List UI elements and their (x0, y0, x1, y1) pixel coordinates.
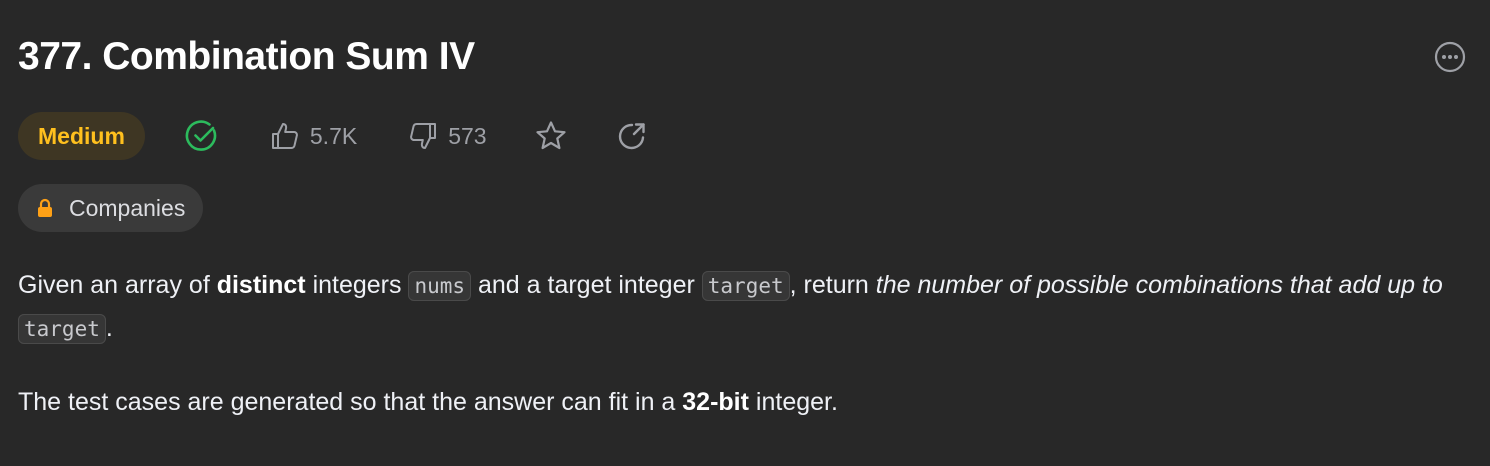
companies-tag[interactable]: Companies (18, 184, 204, 232)
share-button[interactable] (616, 120, 648, 152)
lock-icon (38, 198, 52, 217)
description-paragraph-2: The test cases are generated so that the… (18, 381, 838, 423)
more-horizontal-circle-icon (1434, 41, 1466, 73)
text-span: . (105, 314, 113, 342)
description-paragraph-1: Given an array of distinct integers nums… (18, 264, 1458, 350)
problem-description-panel: 377. Combination Sum IV Medium 5.7K 573 … (0, 0, 1490, 466)
check-circle-icon (185, 120, 217, 151)
bold-text: distinct (216, 271, 306, 299)
difficulty-badge: Medium (18, 112, 145, 160)
bold-text: 32-bit (682, 388, 749, 416)
solved-status (185, 119, 219, 153)
italic-text: the number of possible combinations that… (875, 271, 1443, 299)
inline-code: target (18, 314, 106, 344)
text-span: and a target integer (471, 271, 702, 299)
dislike-count: 573 (448, 122, 487, 149)
like-button[interactable]: 5.7K (269, 120, 357, 152)
text-span: integer. (748, 388, 838, 416)
text-span: , return (789, 271, 876, 299)
like-count: 5.7K (309, 122, 358, 149)
text-span: integers (305, 271, 409, 299)
inline-code: target (701, 271, 790, 301)
star-icon (535, 121, 566, 150)
more-options-button[interactable] (1433, 40, 1467, 74)
inline-code: nums (408, 271, 472, 301)
text-span: Given an array of (18, 271, 217, 299)
favorite-button[interactable] (534, 119, 568, 153)
companies-label: Companies (69, 194, 186, 221)
thumbs-down-icon (410, 123, 437, 149)
problem-meta-row: Medium 5.7K 573 (18, 112, 648, 160)
dislike-button[interactable]: 573 (407, 120, 487, 152)
text-span: The test cases are generated so that the… (18, 388, 683, 416)
thumbs-up-icon (271, 123, 298, 149)
share-arrow-icon (618, 123, 645, 150)
problem-title: 377. Combination Sum IV (18, 35, 475, 78)
